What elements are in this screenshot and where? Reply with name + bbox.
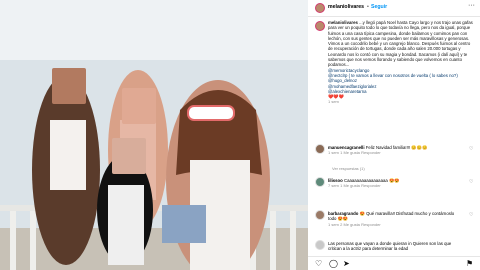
comment-body: manuencagranelli Feliz Navidad familia!!…: [328, 145, 456, 156]
post-caption: melaniolivares ...y llegó papá Noel hast…: [328, 20, 474, 105]
commenter-username[interactable]: manuencagranelli: [328, 145, 365, 150]
save-icon[interactable]: ⚑: [466, 259, 473, 268]
comment-icon[interactable]: ◯: [329, 259, 338, 268]
commenter-username[interactable]: lilissoo: [328, 178, 343, 183]
like-comment-icon[interactable]: ♡: [469, 179, 473, 185]
like-icon[interactable]: ♡: [315, 259, 322, 268]
comment-likes[interactable]: 1 Me gusta: [340, 183, 360, 188]
comment-body: Las personas que vayan a donde quieran i…: [328, 241, 456, 252]
blurred-face: [52, 68, 86, 104]
author-username[interactable]: melaniolivares: [328, 4, 364, 10]
share-icon[interactable]: ➤: [343, 259, 350, 268]
caption-hearts: ❤️❤️❤️: [328, 94, 345, 100]
comment-time: 7 sem: [328, 183, 339, 189]
commenter-avatar[interactable]: [315, 144, 325, 154]
follow-button[interactable]: Seguir: [371, 4, 387, 10]
blurred-face: [122, 88, 156, 124]
post-header: melaniolivares • Seguir ···: [308, 0, 480, 17]
comment-likes[interactable]: 2 Me gusta: [340, 222, 360, 227]
commenter-username[interactable]: barbaragrando: [328, 211, 358, 216]
comment-text: Feliz Navidad familia!!!! 😊😊😊: [365, 145, 428, 150]
view-replies-button[interactable]: Ver respuestas (1): [332, 166, 365, 171]
reply-button[interactable]: Responder: [361, 183, 381, 188]
like-comment-icon[interactable]: ♡: [469, 212, 473, 218]
commenter-avatar[interactable]: [315, 177, 325, 187]
comment-body: barbaragrando 😍 Qué maravilla!! Disfruta…: [328, 211, 456, 227]
post-modal: melaniolivares • Seguir ··· melaniolivar…: [0, 0, 480, 270]
comment-text: Caaaaaaaaaaaaaaaaa 😍😍: [344, 178, 400, 183]
comment-text: Las personas que vayan a donde quieran i…: [328, 241, 452, 252]
photo-illustration: [0, 0, 308, 270]
commenter-avatar[interactable]: [315, 240, 325, 250]
caption-username[interactable]: melaniolivares: [328, 20, 358, 25]
reply-button[interactable]: Responder: [361, 222, 381, 227]
commenter-avatar[interactable]: [315, 210, 325, 220]
separator-dot: •: [367, 4, 369, 10]
post-actions-bar: ♡ ◯ ➤ ⚑: [308, 256, 480, 270]
caption-text: ...y llegó papá Noel hasta Cayo largo y …: [328, 20, 473, 68]
comment-time: 1 sem: [328, 221, 339, 227]
comment-likes[interactable]: 1 Me gusta: [340, 150, 360, 155]
blurred-face: [112, 138, 146, 174]
like-comment-icon[interactable]: ♡: [469, 146, 473, 152]
comment-time: 1 sem: [328, 150, 339, 156]
caption-time: 1 sem: [328, 99, 339, 105]
caption-avatar[interactable]: [315, 21, 325, 31]
post-photo[interactable]: [0, 0, 308, 270]
reply-button[interactable]: Responder: [361, 150, 381, 155]
comment-body: lilissoo Caaaaaaaaaaaaaaaaa 😍😍 7 sem 1 M…: [328, 178, 456, 189]
post-sidebar: melaniolivares • Seguir ··· melaniolivar…: [308, 0, 480, 270]
more-options-icon[interactable]: ···: [468, 2, 475, 9]
mention-link[interactable]: @alexchienaretarna: [328, 89, 474, 94]
author-avatar[interactable]: [315, 3, 325, 13]
